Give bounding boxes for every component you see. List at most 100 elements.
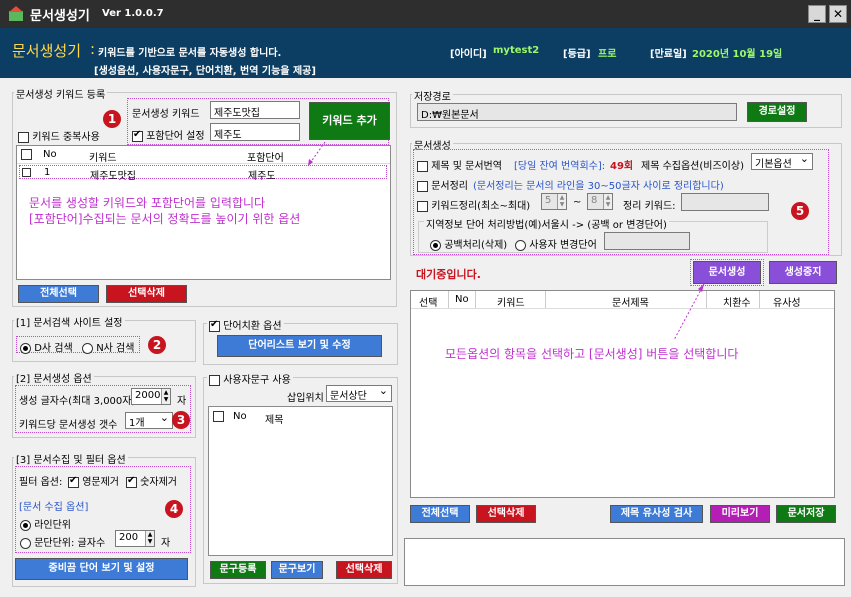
col-select: 선택 bbox=[419, 298, 438, 309]
include-label: 포함단어 설정 bbox=[146, 131, 205, 142]
app-icon bbox=[9, 6, 23, 21]
phrase-delete-button[interactable]: 선택삭제 bbox=[336, 561, 392, 579]
keyword-input[interactable]: 제주도맛집 bbox=[210, 101, 300, 119]
delete-selected-button[interactable]: 선택삭제 bbox=[106, 285, 187, 303]
phrase-register-button[interactable]: 문구등록 bbox=[210, 561, 266, 579]
kw-max-spinner[interactable]: 8 ▲ ▼ bbox=[587, 193, 613, 210]
checkbox-box[interactable] bbox=[417, 180, 428, 192]
header-checkbox[interactable] bbox=[21, 149, 32, 160]
phrases-list[interactable]: No 제목 bbox=[208, 406, 393, 556]
arrange-checkbox[interactable]: 문서정리 bbox=[417, 177, 468, 192]
para-char-spinner[interactable]: 200 ▲ ▼ bbox=[115, 530, 155, 547]
add-keyword-button[interactable]: 키워드 추가 bbox=[309, 102, 390, 140]
col-no: No bbox=[455, 294, 469, 305]
spin-arrows-icon[interactable]: ▲ ▼ bbox=[603, 194, 612, 209]
col-keyword: 키워드 bbox=[89, 153, 117, 164]
checkbox-box[interactable] bbox=[417, 200, 428, 212]
keyword-list[interactable]: No 키워드 포함단어 1 제주도맛집 제주도 문서를 생성할 키워드와 포함단… bbox=[16, 145, 391, 280]
kw-arrange-label: 키워드정리(최소~최대) bbox=[431, 201, 531, 212]
n-search-radio[interactable]: N사 검색 bbox=[82, 339, 134, 354]
checkbox-box[interactable] bbox=[126, 475, 137, 488]
stop-button[interactable]: 생성중지 bbox=[769, 261, 837, 284]
radio-dot[interactable] bbox=[20, 519, 31, 531]
result-delete-button[interactable]: 선택삭제 bbox=[476, 505, 536, 523]
translate-checkbox[interactable]: 제목 및 문서번역 bbox=[417, 157, 502, 172]
radio-dot[interactable] bbox=[430, 239, 441, 251]
result-list[interactable]: 선택 No 키워드 문서제목 치환수 유사성 모든옵션의 항목을 선택하고 [문… bbox=[410, 290, 835, 498]
grade-value: 프로 bbox=[598, 49, 617, 60]
char-count-spinner[interactable]: 2000 ▲ ▼ bbox=[131, 388, 171, 405]
replace-list-button[interactable]: 단어리스트 보기 및 수정 bbox=[217, 335, 382, 357]
spin-arrows-icon[interactable]: ▲ ▼ bbox=[161, 389, 170, 404]
phrase-view-button[interactable]: 문구보기 bbox=[271, 561, 323, 579]
save-path-input[interactable]: D:₩원본문서 bbox=[417, 103, 737, 121]
per-keyword-select[interactable]: 1개 bbox=[125, 411, 173, 429]
radio-dot[interactable] bbox=[515, 239, 526, 251]
filter-num-label: 숫자제거 bbox=[140, 477, 177, 488]
generate-button[interactable]: 문서생성 bbox=[693, 261, 761, 284]
save-doc-button[interactable]: 문서저장 bbox=[776, 505, 836, 523]
filter-eng-label: 영문제거 bbox=[82, 477, 119, 488]
para-unit-radio[interactable]: 문단단위: 글자수 bbox=[20, 534, 105, 549]
header-subtitle: [생성옵션, 사용자문구, 단어치환, 번역 기능을 제공] bbox=[94, 66, 316, 77]
radio-dot[interactable] bbox=[82, 342, 93, 354]
char-count-value: 2000 bbox=[135, 390, 161, 401]
search-site-title: [1] 문서검색 사이트 설정 bbox=[14, 314, 125, 329]
checkbox-box[interactable] bbox=[68, 475, 79, 488]
phrases-label: 사용자문구 사용 bbox=[223, 375, 291, 386]
log-box[interactable] bbox=[404, 538, 845, 586]
row-no: 1 bbox=[44, 167, 51, 178]
include-checkbox[interactable]: 포함단어 설정 bbox=[132, 127, 205, 142]
col-similarity: 유사성 bbox=[773, 298, 801, 309]
kw-arrange-checkbox[interactable]: 키워드정리(최소~최대) bbox=[417, 197, 530, 212]
radio-dot[interactable] bbox=[20, 537, 31, 549]
user-change-input[interactable] bbox=[604, 232, 690, 250]
replace-checkbox[interactable]: 단어치환 옵션 bbox=[207, 317, 284, 332]
expire-label: [만료일] bbox=[650, 49, 687, 60]
keyword-hint-line1: 문서를 생성할 키워드와 포함단어를 입력합니다 bbox=[29, 196, 266, 210]
dup-keyword-checkbox[interactable]: 키워드 중복사용 bbox=[18, 128, 100, 143]
id-label: [아이디] bbox=[450, 49, 487, 60]
result-select-all-button[interactable]: 전체선택 bbox=[410, 505, 470, 523]
checkbox-box[interactable] bbox=[18, 131, 29, 143]
col-doc-title: 문서제목 bbox=[612, 298, 649, 309]
user-change-radio[interactable]: 사용자 변경단어 bbox=[515, 236, 597, 251]
kw-min-spinner[interactable]: 5 ▲ ▼ bbox=[541, 193, 567, 210]
line-unit-radio[interactable]: 라인단위 bbox=[20, 516, 71, 531]
checkbox-box[interactable] bbox=[209, 374, 220, 386]
checkbox-box[interactable] bbox=[417, 160, 428, 172]
filter-eng-checkbox[interactable]: 영문제거 bbox=[68, 473, 119, 488]
char-unit: 자 bbox=[177, 396, 187, 407]
row-include: 제주도 bbox=[248, 171, 276, 182]
close-button[interactable]: ✕ bbox=[829, 5, 847, 23]
preview-button[interactable]: 미리보기 bbox=[710, 505, 770, 523]
checkbox-box[interactable] bbox=[209, 319, 220, 332]
similarity-check-button[interactable]: 제목 유사성 검사 bbox=[610, 505, 703, 523]
phrases-checkbox[interactable]: 사용자문구 사용 bbox=[207, 371, 293, 386]
translate-remaining-label: [당일 잔여 번역회수]: bbox=[514, 161, 606, 172]
minimize-button[interactable]: _ bbox=[808, 5, 826, 23]
include-input[interactable]: 제주도 bbox=[210, 123, 300, 141]
window-title: 문서생성기 bbox=[30, 9, 90, 24]
select-all-button[interactable]: 전체선택 bbox=[18, 285, 99, 303]
title-collect-select[interactable]: 기본옵션 bbox=[751, 152, 813, 170]
spin-arrows-icon[interactable]: ▲ ▼ bbox=[145, 531, 154, 546]
checkbox-box[interactable] bbox=[132, 129, 143, 142]
blank-radio[interactable]: 공백처리(삭제) bbox=[430, 236, 507, 251]
gen-options-title: [2] 문서생성 옵션 bbox=[14, 370, 94, 385]
status-text: 대기중입니다. bbox=[416, 268, 481, 281]
d-search-radio[interactable]: D사 검색 bbox=[20, 339, 73, 354]
radio-dot[interactable] bbox=[20, 342, 31, 354]
arrange-keyword-input[interactable] bbox=[681, 193, 769, 211]
header-checkbox[interactable] bbox=[213, 411, 224, 422]
table-row[interactable]: 1 제주도맛집 제주도 bbox=[19, 165, 387, 182]
title-collect-value: 기본옵션 bbox=[755, 159, 792, 170]
spin-arrows-icon[interactable]: ▲ ▼ bbox=[557, 194, 566, 209]
stopword-button[interactable]: 중비끔 단어 보기 및 설정 bbox=[15, 558, 188, 580]
insert-position-label: 삽입위치 bbox=[287, 393, 324, 404]
insert-position-select[interactable]: 문서상단 bbox=[326, 384, 392, 402]
path-setting-button[interactable]: 경로설정 bbox=[747, 102, 807, 122]
filter-num-checkbox[interactable]: 숫자제거 bbox=[126, 473, 177, 488]
user-change-label: 사용자 변경단어 bbox=[529, 240, 597, 251]
row-checkbox[interactable] bbox=[22, 167, 31, 177]
